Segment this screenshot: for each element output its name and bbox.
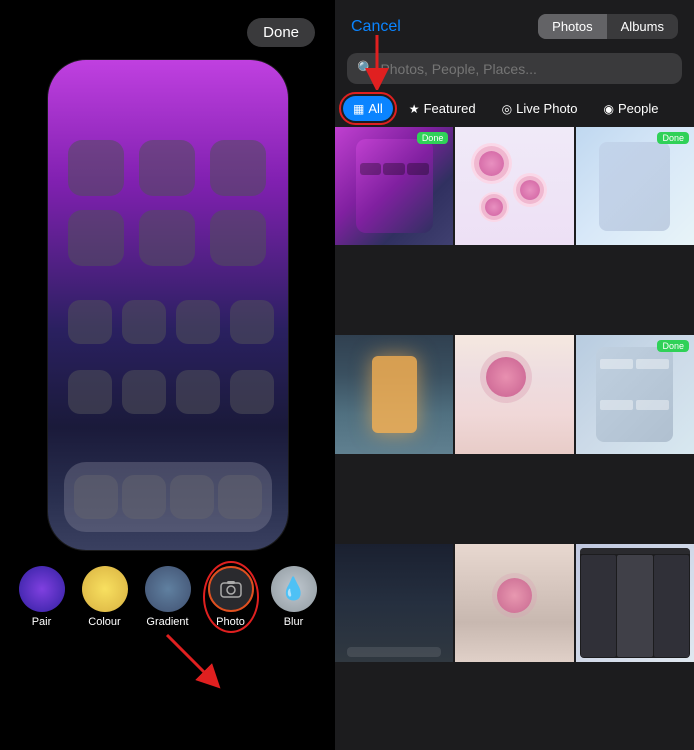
phone-icon-row3 bbox=[68, 370, 268, 414]
phone-icon bbox=[210, 210, 266, 266]
filter-bar: ▦ All ★ Featured ◎ Live Photo ◉ People bbox=[335, 90, 694, 127]
phone-icon bbox=[139, 140, 195, 196]
toolbar-item-colour[interactable]: Colour bbox=[82, 566, 128, 628]
phone-icon-sm bbox=[176, 300, 220, 344]
photo-label: Photo bbox=[216, 616, 245, 628]
phone-icon bbox=[68, 210, 124, 266]
right-panel: Cancel Photos Albums 🔍 ▦ All ★ Featured … bbox=[335, 0, 694, 750]
photo-grid: Done Done bbox=[335, 127, 694, 750]
photo-thumbnail[interactable]: Done bbox=[576, 127, 694, 245]
search-icon: 🔍 bbox=[357, 60, 374, 77]
cancel-button[interactable]: Cancel bbox=[351, 18, 401, 36]
toolbar-item-pair[interactable]: Pair bbox=[19, 566, 65, 628]
dock-icon bbox=[170, 475, 214, 519]
filter-people[interactable]: ◉ People bbox=[594, 96, 669, 121]
photo-thumbnail[interactable] bbox=[455, 335, 573, 453]
people-icon: ◉ bbox=[604, 102, 614, 116]
left-panel: Done bbox=[0, 0, 335, 750]
blur-label: Blur bbox=[284, 616, 304, 628]
phone-icon bbox=[210, 140, 266, 196]
pair-icon bbox=[19, 566, 65, 612]
filter-livephoto[interactable]: ◎ Live Photo bbox=[492, 96, 588, 121]
photo-icon bbox=[208, 566, 254, 612]
phone-dock bbox=[64, 462, 272, 532]
done-badge: Done bbox=[657, 132, 689, 144]
phone-mockup bbox=[48, 60, 288, 550]
search-bar: 🔍 bbox=[347, 53, 682, 84]
phone-icon-sm bbox=[68, 300, 112, 344]
dock-icon bbox=[218, 475, 262, 519]
done-button[interactable]: Done bbox=[247, 18, 315, 47]
photo-thumbnail[interactable]: Done bbox=[335, 127, 453, 245]
photo-thumbnail[interactable] bbox=[335, 335, 453, 453]
phone-icon-sm bbox=[176, 370, 220, 414]
all-filter-wrapper: ▦ All bbox=[343, 96, 393, 121]
toolbar-item-photo[interactable]: Photo bbox=[208, 566, 254, 628]
dock-icon bbox=[122, 475, 166, 519]
phone-icon-sm bbox=[122, 300, 166, 344]
phone-icon-row2 bbox=[68, 300, 268, 344]
blur-icon: 💧 bbox=[271, 566, 317, 612]
filter-featured-label: Featured bbox=[424, 101, 476, 116]
phone-icon-sm bbox=[122, 370, 166, 414]
colour-label: Colour bbox=[88, 616, 120, 628]
filter-all-label: All bbox=[368, 101, 382, 116]
photo-thumbnail[interactable]: Done bbox=[576, 335, 694, 453]
pair-label: Pair bbox=[32, 616, 52, 628]
photo-thumbnail[interactable] bbox=[455, 544, 573, 662]
done-badge: Done bbox=[657, 340, 689, 352]
dock-icon bbox=[74, 475, 118, 519]
star-icon: ★ bbox=[409, 102, 420, 116]
tab-photos[interactable]: Photos bbox=[538, 14, 606, 39]
top-bar: Cancel Photos Albums bbox=[335, 0, 694, 47]
phone-icon bbox=[139, 210, 195, 266]
toolbar-item-blur[interactable]: 💧 Blur bbox=[271, 566, 317, 628]
photo-thumbnail[interactable] bbox=[455, 127, 573, 245]
phone-icon-sm bbox=[68, 370, 112, 414]
done-badge: Done bbox=[417, 132, 449, 144]
filter-livephoto-label: Live Photo bbox=[516, 101, 577, 116]
toolbar-item-gradient[interactable]: Gradient bbox=[145, 566, 191, 628]
phone-icon bbox=[68, 140, 124, 196]
bottom-toolbar: Pair Colour Gradient Photo 💧 Blur bbox=[0, 550, 335, 638]
tab-albums[interactable]: Albums bbox=[607, 14, 678, 39]
photo-thumbnail[interactable] bbox=[576, 544, 694, 662]
filter-all[interactable]: ▦ All bbox=[343, 96, 393, 121]
tab-group: Photos Albums bbox=[538, 14, 678, 39]
all-icon: ▦ bbox=[353, 102, 364, 116]
gradient-icon bbox=[145, 566, 191, 612]
gradient-label: Gradient bbox=[146, 616, 188, 628]
phone-icon-grid bbox=[68, 140, 268, 266]
photo-thumbnail[interactable] bbox=[335, 544, 453, 662]
colour-icon bbox=[82, 566, 128, 612]
phone-icon-sm bbox=[230, 300, 274, 344]
filter-featured[interactable]: ★ Featured bbox=[399, 96, 486, 121]
filter-people-label: People bbox=[618, 101, 658, 116]
search-input[interactable] bbox=[380, 61, 672, 77]
phone-icon-sm bbox=[230, 370, 274, 414]
livephoto-icon: ◎ bbox=[502, 102, 512, 116]
